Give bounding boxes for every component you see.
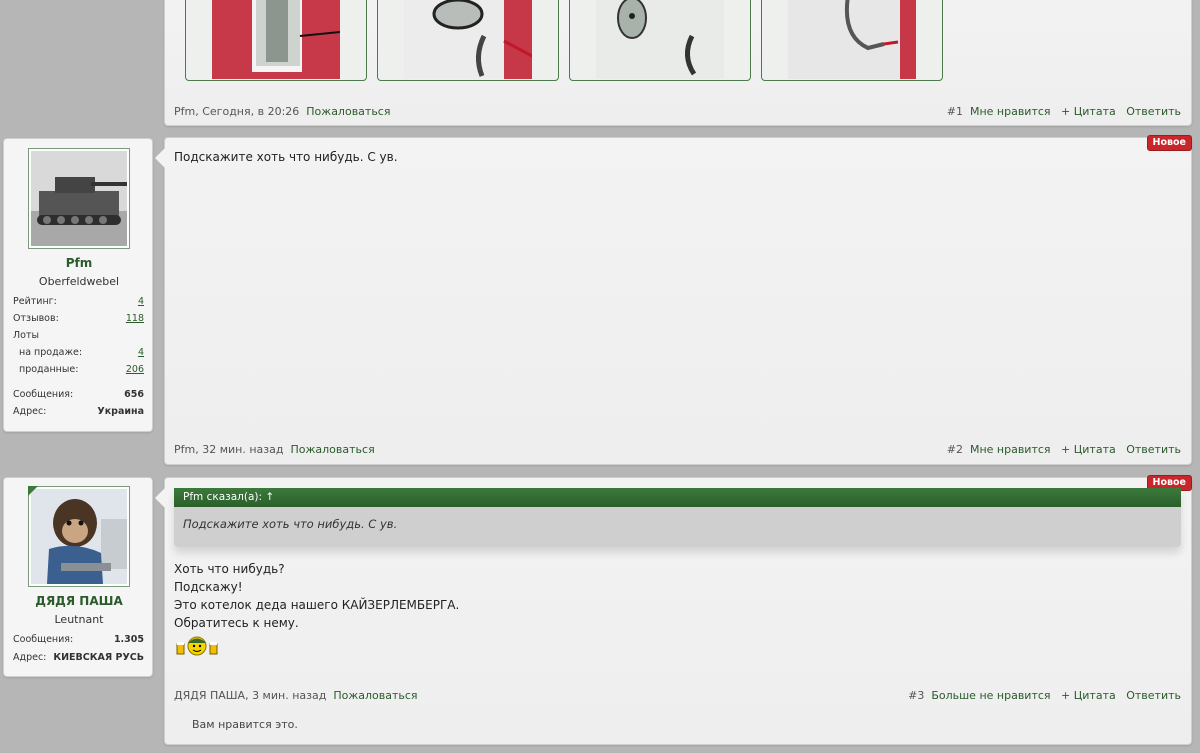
attachment-image — [404, 0, 532, 79]
user-title: Leutnant — [54, 613, 104, 626]
post-actions: #2 Мне нравится + Цитата Ответить — [947, 443, 1181, 456]
attachment-image — [212, 0, 340, 79]
post-number[interactable]: #3 — [908, 689, 924, 702]
quote-block: Pfm сказал(а): ↑ Подскажите хоть что ниб… — [174, 488, 1181, 547]
post-number[interactable]: #1 — [947, 105, 963, 118]
quote-link[interactable]: + Цитата — [1061, 689, 1116, 702]
user-card-dyadya-pasha: ДЯДЯ ПАША Leutnant Сообщения: 1.305 Адре… — [3, 477, 153, 677]
attachment-thumb-4[interactable] — [761, 0, 943, 81]
quote-header[interactable]: Pfm сказал(а): ↑ — [174, 488, 1181, 507]
avatar[interactable] — [28, 486, 130, 587]
user-card-pfm: Pfm Oberfeldwebel Рейтинг: 4 Отзывов: 11… — [3, 138, 153, 432]
post-3: Новое Pfm сказал(а): ↑ Подскажите хоть ч… — [155, 475, 1192, 745]
like-link[interactable]: Мне нравится — [970, 105, 1051, 118]
post-actions: #3 Больше не нравится + Цитата Ответить — [908, 689, 1181, 702]
post-text: Хоть что нибудь? Подскажу! Это котелок д… — [174, 562, 460, 630]
online-corner-icon — [28, 486, 38, 496]
attachment-image — [596, 0, 724, 79]
report-link[interactable]: Пожаловаться — [306, 105, 390, 118]
post-meta: Pfm, 32 мин. назад Пожаловаться — [174, 443, 375, 456]
post-actions: #1 Мне нравится + Цитата Ответить — [947, 105, 1181, 118]
cheers-smiley-icon — [176, 636, 218, 656]
user-title: Oberfeldwebel — [38, 275, 120, 288]
post-number[interactable]: #2 — [947, 443, 963, 456]
reply-link[interactable]: Ответить — [1126, 105, 1181, 118]
liked-note: Вам нравится это. — [192, 718, 298, 731]
username[interactable]: Pfm — [4, 256, 154, 270]
quote-link[interactable]: + Цитата — [1061, 443, 1116, 456]
post-2: Новое Подскажите хоть что нибудь. С ув. … — [155, 135, 1192, 465]
attachment-image — [788, 0, 916, 79]
post-1: Pfm, Сегодня, в 20:26 Пожаловаться #1 Мн… — [164, 0, 1192, 126]
post-author[interactable]: ДЯДЯ ПАША — [174, 689, 245, 702]
quote-text: Подскажите хоть что нибудь. С ув. — [183, 517, 398, 531]
username[interactable]: ДЯДЯ ПАША — [4, 594, 154, 608]
avatar[interactable] — [28, 148, 130, 249]
attachment-thumb-2[interactable] — [377, 0, 559, 81]
quote-link[interactable]: + Цитата — [1061, 105, 1116, 118]
post-author[interactable]: Pfm — [174, 443, 195, 456]
reply-link[interactable]: Ответить — [1126, 689, 1181, 702]
new-badge: Новое — [1146, 135, 1192, 151]
report-link[interactable]: Пожаловаться — [333, 689, 417, 702]
post-meta: ДЯДЯ ПАША, 3 мин. назад Пожаловаться — [174, 689, 418, 702]
post-text: Подскажите хоть что нибудь. С ув. — [174, 150, 398, 164]
attachment-thumb-1[interactable] — [185, 0, 367, 81]
post-date[interactable]: 3 мин. назад — [252, 689, 326, 702]
post-author[interactable]: Pfm — [174, 105, 195, 118]
reply-link[interactable]: Ответить — [1126, 443, 1181, 456]
unlike-link[interactable]: Больше не нравится — [931, 689, 1050, 702]
post-date[interactable]: 32 мин. назад — [202, 443, 283, 456]
like-link[interactable]: Мне нравится — [970, 443, 1051, 456]
report-link[interactable]: Пожаловаться — [291, 443, 375, 456]
post-meta: Pfm, Сегодня, в 20:26 Пожаловаться — [174, 105, 391, 118]
attachment-thumb-3[interactable] — [569, 0, 751, 81]
post-date[interactable]: Сегодня, в 20:26 — [202, 105, 299, 118]
